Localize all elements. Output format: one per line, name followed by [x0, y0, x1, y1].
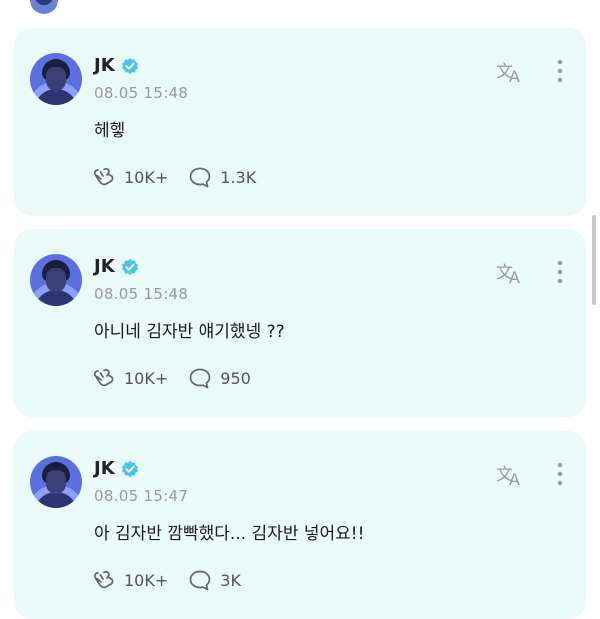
verified-badge-icon: [121, 258, 138, 275]
post-timestamp: 08.05 15:48: [94, 285, 189, 303]
post-timestamp: 08.05 15:47: [94, 487, 189, 505]
more-vertical-icon[interactable]: [550, 58, 570, 84]
like-count: 10K+: [124, 570, 169, 590]
heart-hands-icon: [93, 570, 114, 589]
verified-badge-icon: [121, 57, 138, 74]
avatar: [30, 0, 58, 14]
post-text: 아니네 김자반 얘기했넹 ??: [94, 322, 285, 342]
author-name[interactable]: JK: [94, 458, 139, 479]
verified-badge-icon: [121, 460, 138, 477]
translate-icon[interactable]: 文 A: [495, 461, 525, 487]
avatar[interactable]: [30, 254, 82, 306]
svg-text:A: A: [509, 67, 520, 84]
comment-button[interactable]: 950: [188, 367, 251, 389]
comment-count: 3K: [220, 570, 241, 590]
post-card[interactable]: JK 08.05 15:48 아니네 김자반 얘기했넹 ?? 文 A 10K+ …: [14, 229, 586, 417]
like-count: 10K+: [124, 167, 169, 187]
author-name[interactable]: JK: [94, 256, 139, 277]
heart-hands-icon: [93, 368, 114, 387]
post-card[interactable]: JK 08.05 15:48 헤헿 文 A 10K+ 1.3K: [14, 28, 586, 216]
comment-button[interactable]: 1.3K: [188, 166, 256, 188]
comment-count: 1.3K: [220, 167, 257, 187]
svg-text:A: A: [509, 268, 520, 285]
svg-text:A: A: [509, 470, 520, 487]
post-card[interactable]: JK 08.05 15:47 아 김자반 깜빡했다... 김자반 넣어요!! 文…: [14, 431, 586, 619]
more-vertical-icon[interactable]: [550, 259, 570, 285]
like-button[interactable]: 10K+: [92, 367, 168, 389]
previous-comment-strip: [0, 0, 600, 14]
author-label: JK: [94, 256, 115, 277]
avatar[interactable]: [30, 53, 82, 105]
author-name[interactable]: JK: [94, 55, 139, 76]
comment-bubble-icon: [189, 368, 211, 389]
scrollbar[interactable]: [592, 215, 596, 305]
heart-hands-icon: [93, 167, 114, 186]
like-count: 10K+: [124, 368, 169, 388]
post-stats: 10K+ 1.3K: [92, 165, 276, 189]
more-vertical-icon[interactable]: [550, 461, 570, 487]
comment-count: 950: [220, 368, 251, 388]
like-button[interactable]: 10K+: [92, 166, 168, 188]
post-text: 아 김자반 깜빡했다... 김자반 넣어요!!: [94, 524, 365, 544]
comment-bubble-icon: [189, 167, 211, 188]
post-stats: 10K+ 950: [92, 366, 271, 390]
author-label: JK: [94, 55, 115, 76]
comment-bubble-icon: [189, 570, 211, 591]
like-button[interactable]: 10K+: [92, 569, 168, 591]
translate-icon[interactable]: 文 A: [495, 58, 525, 84]
comment-button[interactable]: 3K: [188, 569, 241, 591]
translate-icon[interactable]: 文 A: [495, 259, 525, 285]
post-stats: 10K+ 3K: [92, 568, 261, 592]
post-text: 헤헿: [94, 121, 126, 141]
post-timestamp: 08.05 15:48: [94, 84, 189, 102]
avatar[interactable]: [30, 456, 82, 508]
author-label: JK: [94, 458, 115, 479]
